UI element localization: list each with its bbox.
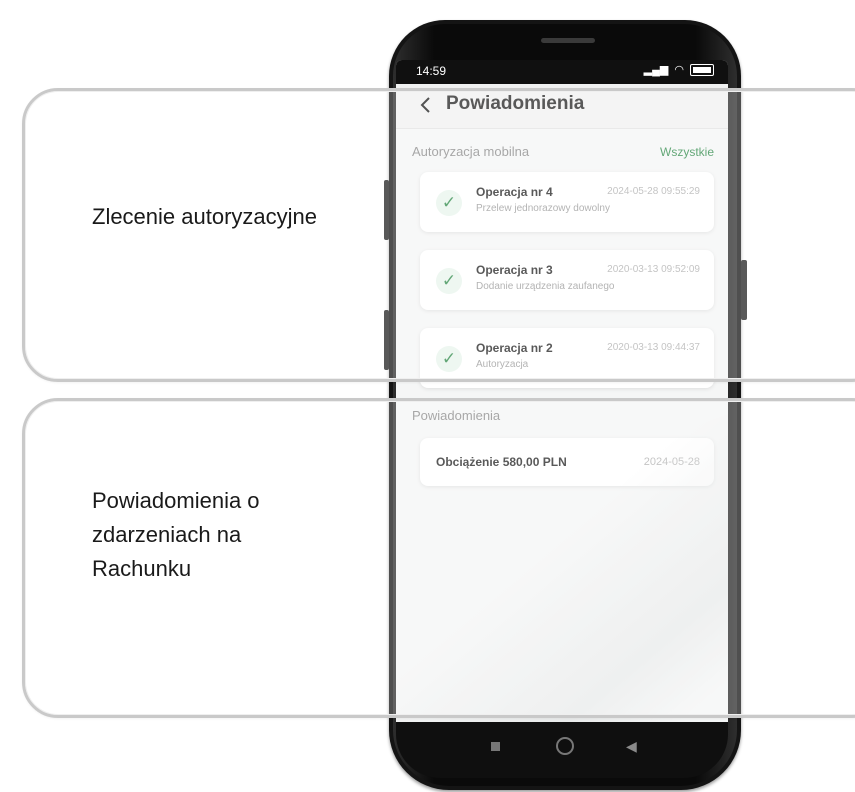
battery-icon [690, 63, 714, 76]
callout-label-authorization: Zlecenie autoryzacyjne [92, 204, 318, 229]
callout-authorization [22, 88, 855, 382]
home-icon[interactable] [556, 737, 574, 755]
signal-icon: ▂▄▆ [643, 64, 669, 76]
back-triangle-icon[interactable]: ◀ [626, 738, 637, 755]
status-bar: 14:59 ▂▄▆ ◠ [396, 60, 728, 84]
wifi-icon: ◠ [674, 64, 684, 76]
recents-icon[interactable] [491, 742, 500, 751]
system-nav-bar: ◀ [396, 722, 728, 778]
status-icons: ▂▄▆ ◠ [644, 63, 714, 76]
status-time: 14:59 [416, 64, 447, 78]
speaker-grille [541, 38, 595, 43]
callout-label-account-notifications: Powiadomienia o zdarzeniach na Rachunku [92, 488, 260, 581]
